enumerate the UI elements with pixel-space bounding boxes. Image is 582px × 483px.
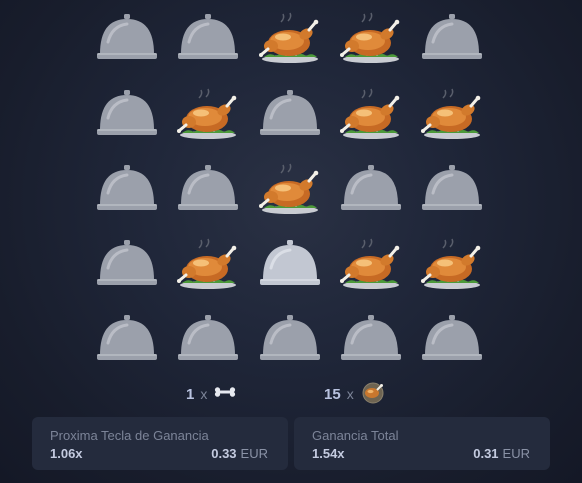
tile-cloche[interactable] <box>175 12 241 68</box>
cloche-icon <box>422 165 482 210</box>
cloche-icon <box>97 14 157 59</box>
tile-cloche[interactable] <box>94 12 160 68</box>
chickens-counter: 15 x <box>324 382 386 406</box>
tile-cloche[interactable] <box>175 163 241 219</box>
bone-icon <box>213 385 237 403</box>
tile-cloche[interactable] <box>338 163 404 219</box>
roast-chicken-icon <box>259 163 319 214</box>
tile-cloche[interactable] <box>419 163 485 219</box>
tile-roast-chicken[interactable] <box>175 88 241 144</box>
counters-row: 1 x 15 x <box>0 382 582 406</box>
next-win-currency: EUR <box>240 446 268 461</box>
bones-times-sign: x <box>200 386 208 402</box>
cloche-icon <box>97 315 157 360</box>
game-board <box>0 0 582 370</box>
tile-cloche[interactable] <box>419 313 485 369</box>
chickens-count: 15 <box>324 385 341 403</box>
cloche-icon <box>178 165 238 210</box>
tile-roast-chicken[interactable] <box>257 12 323 68</box>
total-win-amount: 0.31 EUR <box>473 446 530 461</box>
roast-chicken-icon <box>340 88 400 139</box>
tile-roast-chicken[interactable] <box>419 88 485 144</box>
total-win-currency: EUR <box>502 446 530 461</box>
cloche-icon <box>97 240 157 285</box>
cloche-icon <box>97 165 157 210</box>
tile-cloche[interactable] <box>175 313 241 369</box>
tile-cloche[interactable] <box>94 313 160 369</box>
roast-chicken-icon <box>177 88 237 139</box>
roast-chicken-icon <box>259 12 319 63</box>
cloche-icon <box>97 90 157 135</box>
tile-cloche-hover[interactable] <box>257 238 323 294</box>
bones-count: 1 <box>186 385 195 403</box>
tile-cloche[interactable] <box>419 12 485 68</box>
tile-cloche[interactable] <box>94 238 160 294</box>
next-win-multiplier: 1.06x <box>50 446 83 461</box>
roast-chicken-icon <box>421 238 481 289</box>
cloche-icon <box>178 14 238 59</box>
total-win-panel: Ganancia Total 1.54x 0.31 EUR <box>294 417 550 470</box>
tile-cloche[interactable] <box>257 313 323 369</box>
tile-cloche[interactable] <box>338 313 404 369</box>
roast-chicken-icon <box>421 88 481 139</box>
tile-roast-chicken[interactable] <box>175 238 241 294</box>
cloche-icon <box>260 90 320 135</box>
total-win-value: 0.31 <box>473 446 499 461</box>
next-win-panel: Proxima Tecla de Ganancia 1.06x 0.33 EUR <box>32 417 288 470</box>
cloche-icon <box>178 315 238 360</box>
tile-roast-chicken[interactable] <box>257 163 323 219</box>
chickens-times-sign: x <box>346 386 354 402</box>
total-win-title: Ganancia Total <box>312 428 399 443</box>
cloche-icon <box>341 165 401 210</box>
roast-chicken-icon <box>340 238 400 289</box>
tile-roast-chicken[interactable] <box>338 12 404 68</box>
tile-roast-chicken[interactable] <box>419 238 485 294</box>
cloche-icon <box>422 14 482 59</box>
cloche-icon <box>260 240 320 285</box>
next-win-title: Proxima Tecla de Ganancia <box>50 428 209 443</box>
next-win-amount: 0.33 EUR <box>211 446 268 461</box>
tile-roast-chicken[interactable] <box>338 238 404 294</box>
total-win-multiplier: 1.54x <box>312 446 345 461</box>
tile-roast-chicken[interactable] <box>338 88 404 144</box>
roast-chicken-icon <box>360 380 386 409</box>
roast-chicken-icon <box>340 12 400 63</box>
next-win-value: 0.33 <box>211 446 237 461</box>
tile-cloche[interactable] <box>94 88 160 144</box>
roast-chicken-icon <box>177 238 237 289</box>
cloche-icon <box>422 315 482 360</box>
cloche-icon <box>260 315 320 360</box>
tile-cloche[interactable] <box>257 88 323 144</box>
tile-cloche[interactable] <box>94 163 160 219</box>
bones-counter: 1 x <box>186 382 237 406</box>
cloche-icon <box>341 315 401 360</box>
